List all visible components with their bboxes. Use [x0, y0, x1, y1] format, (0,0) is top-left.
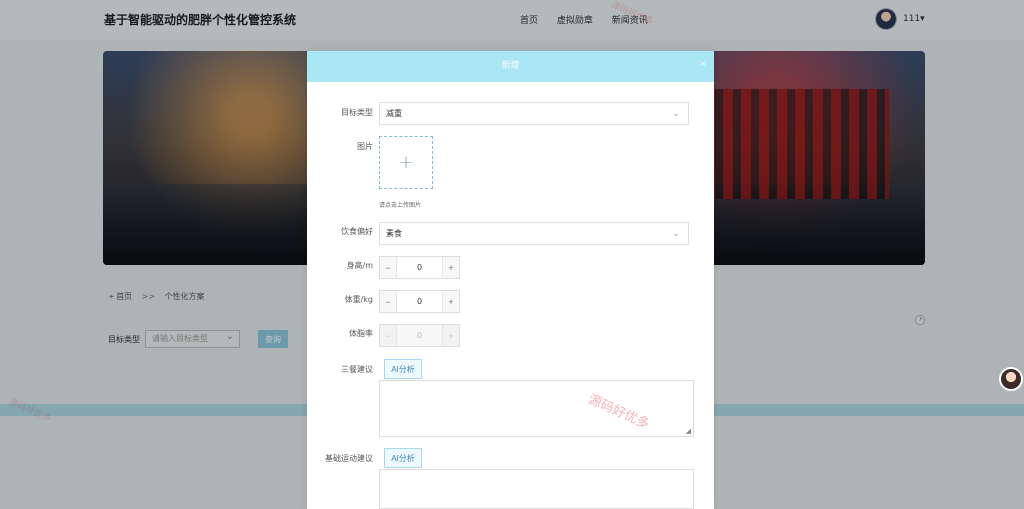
- body-fat-value: 0: [416, 331, 423, 340]
- height-label: 身高/m: [346, 261, 374, 270]
- weight-value[interactable]: 0: [398, 291, 441, 312]
- body-fat-plus-button: +: [442, 325, 459, 346]
- chevron-down-icon: ⌄: [671, 228, 680, 239]
- exercise-advice-textarea[interactable]: [379, 469, 694, 509]
- goal-type-label: 目标类型: [341, 108, 373, 117]
- image-upload-button[interactable]: +: [379, 136, 433, 189]
- modal-title: 新增: [307, 51, 714, 82]
- height-stepper[interactable]: − 0 +: [379, 256, 460, 279]
- exercise-advice-label: 基础运动建议: [325, 454, 373, 463]
- diet-select[interactable]: 素食 ⌄: [379, 222, 689, 245]
- goal-type-select[interactable]: 减重 ⌄: [379, 102, 689, 125]
- diet-value: 素食: [386, 229, 402, 238]
- weight-label: 体重/kg: [344, 295, 373, 304]
- image-label: 图片: [357, 142, 373, 151]
- body-fat-minus-button: −: [380, 325, 397, 346]
- diet-label: 饮食偏好: [341, 227, 373, 236]
- upload-hint: 请点击上传图片: [379, 202, 422, 209]
- meal-advice-label: 三餐建议: [341, 365, 373, 374]
- height-minus-button[interactable]: −: [380, 257, 397, 278]
- resize-handle-icon[interactable]: ◢: [686, 427, 691, 435]
- body-fat-stepper: − 0 +: [379, 324, 460, 347]
- chevron-down-icon: ⌄: [671, 108, 680, 119]
- plus-icon: +: [398, 152, 414, 173]
- exercise-ai-analysis-button[interactable]: AI分析: [384, 448, 422, 468]
- meal-ai-analysis-button[interactable]: AI分析: [384, 359, 422, 379]
- height-value[interactable]: 0: [398, 257, 441, 278]
- weight-minus-button[interactable]: −: [380, 291, 397, 312]
- floating-avatar-icon[interactable]: [1001, 369, 1021, 389]
- height-plus-button[interactable]: +: [442, 257, 459, 278]
- close-button[interactable]: ×: [700, 59, 706, 70]
- add-modal: 新增 × 目标类型 减重 ⌄ 图片 + 请点击上传图片 饮食偏好 素食 ⌄ 身高…: [307, 51, 714, 509]
- weight-stepper[interactable]: − 0 +: [379, 290, 460, 313]
- goal-type-value: 减重: [386, 109, 402, 118]
- body-fat-label: 体脂率: [349, 329, 373, 338]
- weight-plus-button[interactable]: +: [442, 291, 459, 312]
